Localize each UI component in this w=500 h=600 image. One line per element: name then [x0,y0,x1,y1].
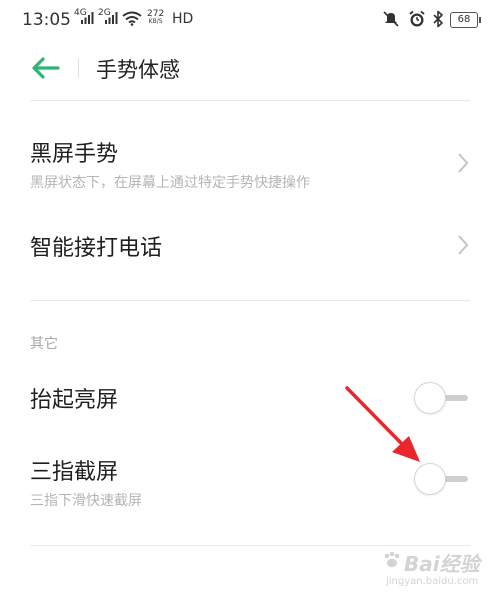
network-speed-unit: KB/S [148,18,163,25]
raise-to-wake-title: 抬起亮屏 [30,388,119,413]
three-finger-screenshot-toggle[interactable] [414,463,470,495]
three-finger-screenshot-title: 三指截屏 [30,460,119,485]
toggle-knob [414,382,446,414]
raise-to-wake-item[interactable]: 抬起亮屏 [0,370,500,426]
bottom-divider [30,545,470,546]
smart-call-title: 智能接打电话 [30,236,163,261]
signal-icon [81,12,94,24]
three-finger-screenshot-item[interactable]: 三指截屏 三指下滑快速截屏 [0,448,500,518]
title-bar: 手势体感 [0,40,500,100]
paw-logo-icon [384,551,400,568]
watermark-text: Bai经验 [404,552,480,576]
toggle-knob [414,463,446,495]
network-speed: 272 KB/S [147,10,164,26]
raise-to-wake-toggle[interactable] [414,382,470,414]
hd-indicator: HD [172,11,194,27]
black-screen-gesture-subtitle: 黑屏状态下，在屏幕上通过特定手势快捷操作 [30,175,310,191]
smart-call-item[interactable]: 智能接打电话 [0,214,500,274]
header-divider [30,100,470,101]
watermark-url: jingyan.baidu.com [386,576,479,587]
black-screen-gesture-title: 黑屏手势 [30,142,119,167]
chevron-right-icon [458,235,469,255]
status-time: 13:05 [22,10,71,30]
page-title: 手势体感 [96,58,180,82]
battery-icon: 68 [450,12,481,28]
three-finger-screenshot-subtitle: 三指下滑快速截屏 [30,493,142,509]
mute-icon [383,11,399,27]
alarm-icon [409,10,425,27]
section-divider [30,300,470,301]
section-label-other: 其它 [30,336,58,352]
wifi-icon [122,11,142,26]
signal-icon-2 [105,12,118,24]
chevron-right-icon [458,153,469,173]
title-divider [78,58,79,78]
network-speed-value: 272 [147,9,165,19]
status-bar: 13:05 4G 2G 272 KB/S HD 68 [0,0,500,40]
watermark: Bai经验 jingyan.baidu.com [382,548,492,594]
bluetooth-icon [433,10,443,28]
back-arrow-icon[interactable] [30,54,62,82]
black-screen-gesture-item[interactable]: 黑屏手势 黑屏状态下，在屏幕上通过特定手势快捷操作 [0,120,500,200]
